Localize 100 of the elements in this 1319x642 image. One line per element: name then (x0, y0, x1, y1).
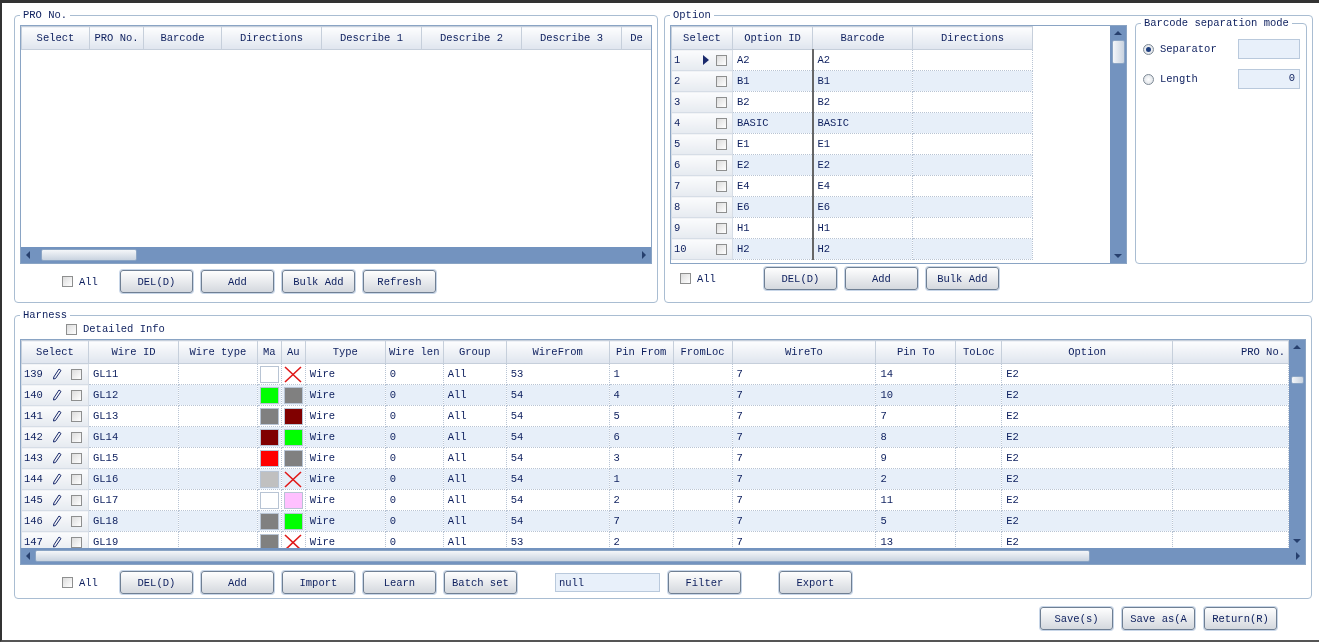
pencil-icon[interactable] (52, 368, 62, 381)
column-header[interactable]: Barcode (812, 26, 913, 50)
column-header[interactable]: Ma (257, 340, 282, 364)
table-cell: 54 (506, 426, 610, 448)
pencil-icon[interactable] (52, 494, 62, 507)
checkbox[interactable] (71, 494, 82, 506)
checkbox[interactable] (716, 222, 728, 234)
checkbox[interactable] (716, 243, 728, 255)
column-header[interactable]: Select (671, 26, 733, 50)
table-cell: E2 (1001, 384, 1173, 406)
vertical-scrollbar[interactable] (1110, 26, 1126, 263)
action-button[interactable]: Batch set (443, 571, 517, 594)
horizontal-scrollbar[interactable] (21, 247, 651, 263)
table-cell: H2 (812, 238, 913, 260)
checkbox[interactable] (71, 515, 82, 527)
column-header[interactable]: Wire len (385, 340, 444, 364)
pencil-icon[interactable] (52, 473, 62, 486)
filter-field[interactable]: null (554, 573, 660, 592)
column-header[interactable]: Directions (221, 26, 322, 50)
pencil-icon[interactable] (52, 389, 62, 402)
horizontal-scrollbar[interactable] (21, 548, 1305, 564)
column-header[interactable]: WireTo (732, 340, 876, 364)
table-cell: 54 (506, 405, 610, 427)
column-header[interactable]: PRO No. (1172, 340, 1289, 364)
action-button[interactable]: Learn (362, 571, 436, 594)
column-header[interactable]: Pin To (875, 340, 956, 364)
action-button[interactable]: DEL(D) (119, 270, 193, 293)
checkbox[interactable] (716, 180, 728, 192)
checkbox[interactable] (71, 389, 82, 401)
checkbox[interactable] (716, 159, 728, 171)
checkbox[interactable] (716, 54, 728, 66)
action-button[interactable]: Add (844, 267, 918, 290)
checkbox[interactable] (716, 96, 728, 108)
vertical-scrollbar[interactable] (1289, 340, 1305, 548)
input-field[interactable]: 0 (1238, 69, 1300, 89)
table-cell: 9 (875, 447, 956, 469)
checkbox[interactable] (71, 536, 82, 548)
column-header[interactable]: Directions (912, 26, 1033, 50)
cross-icon (284, 470, 303, 488)
action-button[interactable]: Bulk Add (925, 267, 999, 290)
checkbox[interactable] (71, 431, 82, 443)
footer-button[interactable]: Save as(A (1122, 607, 1195, 630)
table-cell: 11 (875, 489, 956, 511)
pencil-icon[interactable] (52, 452, 62, 465)
action-button[interactable]: Filter (667, 571, 741, 594)
action-button[interactable]: DEL(D) (119, 571, 193, 594)
action-button[interactable]: Refresh (362, 270, 436, 293)
group-title: Barcode separation mode (1143, 17, 1290, 29)
table-cell: 5 (609, 405, 674, 427)
checkbox[interactable] (71, 473, 82, 485)
pencil-icon[interactable] (52, 515, 62, 528)
radio-button[interactable] (1143, 73, 1154, 85)
checkbox[interactable] (71, 452, 82, 464)
action-button[interactable]: DEL(D) (763, 267, 837, 290)
column-header[interactable]: WireFrom (506, 340, 610, 364)
footer-button[interactable]: Return(R) (1204, 607, 1277, 630)
checkbox[interactable] (71, 410, 82, 422)
column-header[interactable]: Au (281, 340, 306, 364)
column-header[interactable]: Wire ID (88, 340, 179, 364)
column-header[interactable]: Option ID (732, 26, 813, 50)
checkbox[interactable] (62, 577, 73, 588)
table-cell: E2 (812, 154, 913, 176)
column-header[interactable]: Option (1001, 340, 1173, 364)
column-header[interactable]: Describe 3 (521, 26, 622, 50)
column-header[interactable]: Select (21, 26, 90, 50)
column-header[interactable]: PRO No. (89, 26, 144, 50)
column-header[interactable]: Describe 1 (321, 26, 422, 50)
checkbox[interactable] (716, 75, 728, 87)
table-cell: Wire (305, 468, 386, 490)
column-header[interactable]: Select (21, 340, 89, 364)
column-header[interactable]: FromLoc (673, 340, 733, 364)
checkbox[interactable] (716, 201, 728, 213)
column-header[interactable]: Pin From (609, 340, 674, 364)
checkbox[interactable] (716, 117, 728, 129)
column-header[interactable]: Barcode (143, 26, 222, 50)
footer-button[interactable]: Save(s) (1040, 607, 1113, 630)
column-header[interactable]: Describe 2 (421, 26, 522, 50)
action-button[interactable]: Bulk Add (281, 270, 355, 293)
pencil-icon[interactable] (52, 431, 62, 444)
radio-button[interactable] (1143, 43, 1154, 55)
pencil-icon[interactable] (52, 410, 62, 423)
column-header[interactable]: ToLoc (955, 340, 1002, 364)
checkbox[interactable] (66, 323, 77, 335)
table-cell: GL11 (88, 363, 179, 385)
column-header[interactable]: Group (443, 340, 507, 364)
action-button[interactable]: Export (778, 571, 852, 594)
action-button[interactable]: Import (281, 571, 355, 594)
table-cell: 14 (875, 363, 956, 385)
column-header[interactable]: De (621, 26, 651, 50)
checkbox[interactable] (71, 368, 82, 380)
checkbox[interactable] (680, 273, 691, 284)
column-header[interactable]: Type (305, 340, 386, 364)
action-button[interactable]: Add (200, 571, 274, 594)
checkbox[interactable] (716, 138, 728, 150)
action-button[interactable]: Add (200, 270, 274, 293)
checkbox[interactable] (62, 276, 73, 287)
pencil-icon[interactable] (52, 536, 62, 548)
input-field[interactable] (1238, 39, 1300, 59)
row-number: 10 (674, 243, 688, 255)
column-header[interactable]: Wire type (178, 340, 258, 364)
